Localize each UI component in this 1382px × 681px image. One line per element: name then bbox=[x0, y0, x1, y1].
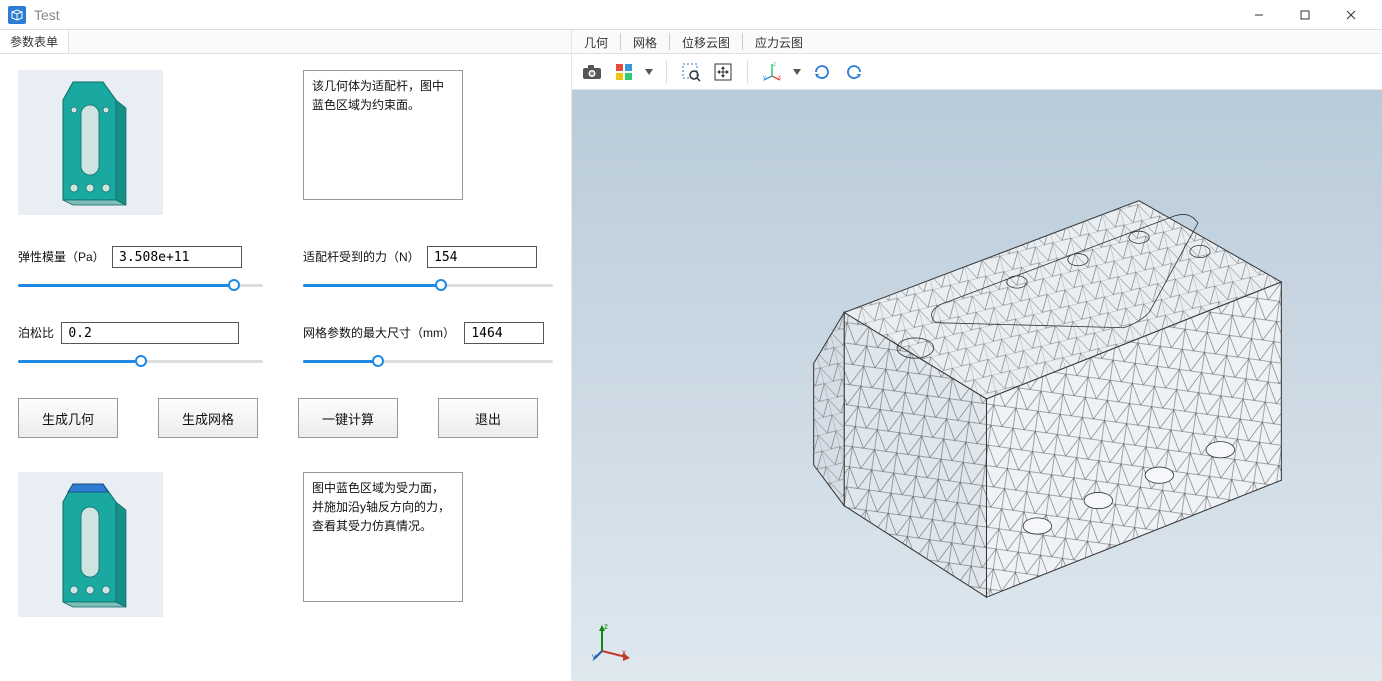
rotate-ccw-icon[interactable] bbox=[840, 58, 868, 86]
svg-text:x: x bbox=[622, 648, 626, 657]
orientation-triad: z x y bbox=[592, 621, 632, 661]
tab-params[interactable]: 参数表单 bbox=[0, 30, 69, 53]
viewport-toolbar: z x y bbox=[572, 54, 1382, 90]
window-title: Test bbox=[34, 7, 60, 23]
title-bar: Test bbox=[0, 0, 1382, 30]
tab-geometry[interactable]: 几何 bbox=[572, 30, 620, 53]
viewport-3d[interactable]: z x y bbox=[572, 90, 1382, 681]
minimize-button[interactable] bbox=[1236, 0, 1282, 30]
window-controls bbox=[1236, 0, 1374, 30]
rotate-cw-icon[interactable] bbox=[808, 58, 836, 86]
maximize-button[interactable] bbox=[1282, 0, 1328, 30]
fit-view-icon[interactable] bbox=[709, 58, 737, 86]
app-icon bbox=[8, 6, 26, 24]
svg-text:z: z bbox=[604, 622, 608, 631]
tab-mesh[interactable]: 网格 bbox=[621, 30, 669, 53]
multiview-icon[interactable] bbox=[610, 58, 638, 86]
elastic-modulus-input[interactable] bbox=[112, 246, 242, 268]
generate-mesh-button[interactable]: 生成网格 bbox=[158, 398, 258, 438]
geometry-thumbnail-2 bbox=[18, 472, 163, 617]
zoom-region-icon[interactable] bbox=[677, 58, 705, 86]
mesh-size-slider[interactable] bbox=[303, 352, 553, 370]
left-tabbar: 参数表单 bbox=[0, 30, 571, 54]
force-label: 适配杆受到的力（N） bbox=[303, 248, 420, 265]
poisson-label: 泊松比 bbox=[18, 324, 54, 341]
poisson-input[interactable] bbox=[61, 322, 239, 344]
left-panel: 参数表单 bbox=[0, 30, 572, 681]
poisson-slider[interactable] bbox=[18, 352, 263, 370]
mesh-render bbox=[712, 160, 1322, 648]
geometry-thumbnail-1 bbox=[18, 70, 163, 215]
force-slider[interactable] bbox=[303, 276, 553, 294]
mesh-size-input[interactable] bbox=[464, 322, 544, 344]
compute-button[interactable]: 一键计算 bbox=[298, 398, 398, 438]
mesh-size-label: 网格参数的最大尺寸（mm） bbox=[303, 324, 455, 341]
tab-displacement[interactable]: 位移云图 bbox=[670, 30, 742, 53]
elastic-modulus-slider[interactable] bbox=[18, 276, 263, 294]
svg-text:y: y bbox=[592, 652, 596, 661]
axes-dropdown-icon[interactable] bbox=[790, 58, 804, 86]
right-panel: 几何 网格 位移云图 应力云图 bbox=[572, 30, 1382, 681]
axes-icon[interactable]: z x y bbox=[758, 58, 786, 86]
dropdown-icon[interactable] bbox=[642, 58, 656, 86]
description-box-1: 该几何体为适配杆，图中蓝色区域为约束面。 bbox=[303, 70, 463, 200]
svg-text:y: y bbox=[763, 75, 766, 81]
right-tabbar: 几何 网格 位移云图 应力云图 bbox=[572, 30, 1382, 54]
camera-icon[interactable] bbox=[578, 58, 606, 86]
exit-button[interactable]: 退出 bbox=[438, 398, 538, 438]
elastic-modulus-label: 弹性模量（Pa） bbox=[18, 248, 105, 265]
svg-text:x: x bbox=[778, 75, 781, 81]
force-input[interactable] bbox=[427, 246, 537, 268]
tab-stress[interactable]: 应力云图 bbox=[743, 30, 815, 53]
close-button[interactable] bbox=[1328, 0, 1374, 30]
svg-text:z: z bbox=[773, 62, 776, 68]
description-box-2: 图中蓝色区域为受力面，并施加沿y轴反方向的力，查看其受力仿真情况。 bbox=[303, 472, 463, 602]
generate-geometry-button[interactable]: 生成几何 bbox=[18, 398, 118, 438]
